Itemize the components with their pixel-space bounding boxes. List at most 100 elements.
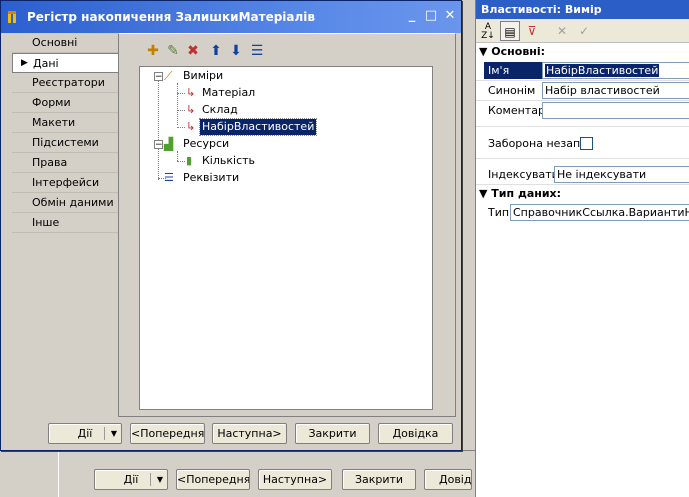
nav-label: Макети — [32, 116, 76, 129]
index-select[interactable]: Не індексувати — [554, 166, 689, 183]
tree-toolbar: ✚ ✎ ✖ ⬆ ⬇ ☰ — [144, 41, 284, 63]
section-main-header[interactable]: ▼ Основні: — [476, 45, 689, 59]
dimension-icon: ↳ — [186, 103, 196, 116]
tree-node-material[interactable]: Матеріал — [202, 85, 255, 101]
properties-panel: Властивості: Вимір A Z↓ ▤ ⊽ ✕ ✓ ▼ Основні… — [475, 0, 689, 497]
synonym-field[interactable]: Набір властивостей — [542, 82, 689, 99]
divider — [476, 158, 689, 159]
minimize-icon[interactable]: _ — [404, 9, 420, 23]
nav-label: Обмін даними — [32, 196, 114, 209]
forbid-unfilled-label: Заборона незапо — [488, 137, 587, 150]
help-button[interactable]: Довідка — [378, 423, 453, 444]
nav-label: Реєстратори — [32, 76, 105, 89]
tree-line — [177, 110, 185, 111]
section-main-label: Основні: — [491, 45, 546, 58]
nav-label: Дані — [33, 57, 59, 70]
actions-button[interactable]: Дії ▼ — [48, 423, 122, 444]
nav-item-registrators[interactable]: Реєстратори — [12, 73, 119, 93]
tree-node-warehouse[interactable]: Склад — [202, 102, 238, 118]
filter-icon[interactable]: ⊽ — [522, 21, 542, 41]
tree-line — [158, 80, 159, 180]
section-type-label: Тип даних: — [491, 187, 562, 200]
tree-line — [177, 93, 185, 94]
nav-label: Основні — [32, 36, 78, 49]
bg-close-button[interactable]: Закрити — [342, 469, 416, 490]
cancel-icon[interactable]: ✕ — [552, 21, 572, 41]
nav-label: Інше — [32, 216, 60, 229]
comment-label: Коментар — [488, 104, 545, 117]
name-value: НабірВластивостей — [545, 64, 660, 77]
maximize-icon[interactable]: □ — [423, 9, 439, 23]
dimensions-icon: ⟋ — [164, 69, 173, 83]
properties-toolbar: A Z↓ ▤ ⊽ ✕ ✓ — [476, 19, 689, 43]
tree-node-requisites[interactable]: Реквізити — [183, 170, 239, 186]
selected-arrow-icon: ▶ — [21, 58, 28, 68]
tree-line — [177, 83, 178, 125]
section-type-header[interactable]: ▼ Тип даних: — [476, 187, 689, 201]
tree-line — [177, 161, 185, 162]
chevron-down-icon: ▼ — [110, 429, 117, 438]
move-down-icon[interactable]: ⬇ — [227, 41, 245, 61]
delete-item-icon[interactable]: ✖ — [184, 41, 202, 61]
tree-node-dimensions[interactable]: Виміри — [183, 68, 223, 84]
previous-button[interactable]: <Попередня — [130, 423, 205, 444]
categorized-icon[interactable]: ▤ — [500, 21, 520, 41]
tree-node-resources[interactable]: Ресурси — [183, 136, 229, 152]
section-nav: Основні ▶ Дані Реєстратори Форми Макети П… — [12, 33, 119, 233]
collapse-dimensions-icon[interactable]: − — [154, 72, 163, 82]
name-label: Ім'я — [488, 64, 510, 77]
nav-item-main[interactable]: Основні — [12, 33, 119, 53]
app-icon — [8, 11, 16, 23]
close-icon[interactable]: ✕ — [442, 9, 458, 23]
nav-item-interfaces[interactable]: Інтерфейси — [12, 173, 119, 193]
dimension-icon: ↳ — [186, 86, 196, 99]
properties-title: Властивості: Вимір — [476, 0, 689, 19]
bg-actions-button[interactable]: Дії ▼ — [94, 469, 168, 490]
name-field[interactable]: НабірВластивостей — [542, 62, 689, 79]
sort-icon[interactable]: ☰ — [248, 41, 266, 61]
collapse-resources-icon[interactable]: − — [154, 140, 163, 150]
synonym-label: Синонім — [488, 84, 536, 97]
nav-item-forms[interactable]: Форми — [12, 93, 119, 113]
index-label: Індексувати — [488, 168, 559, 181]
requisites-icon: ☰ — [164, 171, 174, 184]
tree-node-property-set[interactable]: НабірВластивостей — [198, 118, 318, 136]
nav-item-data-exchange[interactable]: Обмін даними — [12, 193, 119, 213]
structure-tree[interactable]: − ⟋ Виміри ↳ Матеріал ↳ Склад ↳ НабірВла… — [139, 66, 433, 410]
bg-previous-button[interactable]: <Попередня — [176, 469, 250, 490]
close-button[interactable]: Закрити — [295, 423, 370, 444]
comment-field[interactable] — [542, 102, 689, 119]
edit-item-icon[interactable]: ✎ — [164, 41, 182, 61]
bg-help-button[interactable]: Довідк — [424, 469, 472, 490]
next-button[interactable]: Наступна> — [212, 423, 287, 444]
sort-alpha-icon[interactable]: A Z↓ — [478, 21, 498, 43]
divider — [476, 184, 689, 185]
register-dialog: Регістр накопичення ЗалишкиМатеріалів _ … — [0, 0, 462, 451]
move-up-icon[interactable]: ⬆ — [207, 41, 225, 61]
resources-icon: ▟ — [164, 137, 174, 151]
tree-line — [177, 151, 178, 161]
tree-node-quantity[interactable]: Кількість — [202, 153, 255, 169]
dialog-titlebar[interactable]: Регістр накопичення ЗалишкиМатеріалів _ … — [1, 1, 461, 33]
forbid-unfilled-checkbox[interactable] — [580, 137, 593, 150]
nav-item-data[interactable]: ▶ Дані — [12, 53, 119, 73]
type-label: Тип — [488, 206, 510, 219]
type-field[interactable]: СправочникСсылка.ВариантиНомен — [510, 204, 689, 221]
confirm-icon[interactable]: ✓ — [574, 21, 594, 41]
nav-label: Інтерфейси — [32, 176, 100, 189]
tree-line — [177, 127, 185, 128]
dialog-title: Регістр накопичення ЗалишкиМатеріалів — [27, 10, 316, 24]
nav-label: Права — [32, 156, 68, 169]
divider — [476, 100, 689, 101]
nav-label: Форми — [32, 96, 71, 109]
nav-item-other[interactable]: Інше — [12, 213, 119, 233]
actions-label: Дії — [77, 427, 93, 440]
nav-item-layouts[interactable]: Макети — [12, 113, 119, 133]
divider — [476, 80, 689, 81]
nav-item-rights[interactable]: Права — [12, 153, 119, 173]
bg-next-button[interactable]: Наступна> — [258, 469, 332, 490]
nav-item-subsystems[interactable]: Підсистеми — [12, 133, 119, 153]
add-item-icon[interactable]: ✚ — [144, 41, 162, 61]
dimension-icon: ↳ — [186, 120, 196, 133]
bg-actions-label: Дії — [123, 473, 139, 486]
